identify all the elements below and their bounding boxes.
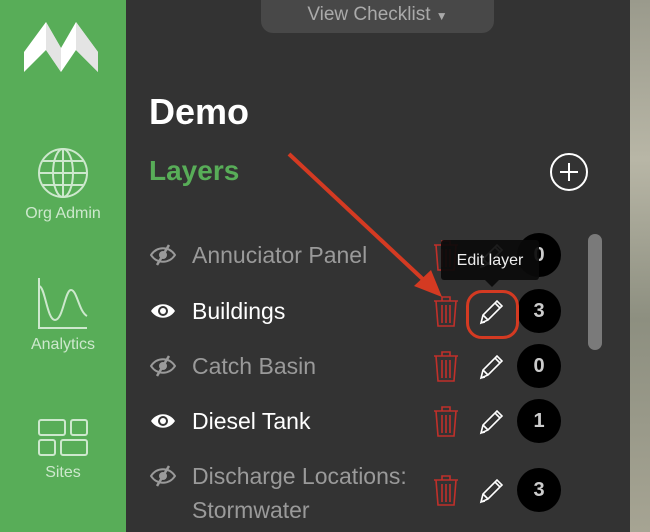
sidebar-item-sites[interactable]: Sites: [0, 418, 126, 482]
eye-hidden-icon[interactable]: [149, 459, 177, 493]
eye-icon[interactable]: [150, 404, 176, 438]
visibility-toggle[interactable]: [149, 349, 177, 388]
add-layer-button[interactable]: [550, 153, 588, 191]
feature-count-badge: 1: [517, 399, 561, 443]
layer-name: Diesel Tank: [192, 408, 311, 434]
visibility-toggle[interactable]: [150, 404, 176, 443]
section-title: Layers: [149, 155, 240, 186]
page-title: Demo: [149, 91, 250, 132]
feature-count-badge: 3: [517, 468, 561, 512]
visibility-toggle[interactable]: [149, 238, 177, 277]
sidebar-item-label: Analytics: [30, 336, 96, 353]
trash-icon: [434, 406, 458, 437]
sidebar-item-label: Org Admin: [25, 205, 101, 222]
analytics-chart-icon: [38, 278, 88, 329]
tooltip: Edit layer: [441, 240, 539, 287]
edit-layer-button[interactable]: [477, 407, 505, 442]
pencil-icon: [479, 478, 504, 504]
map-view[interactable]: [630, 0, 650, 532]
edit-layer-button[interactable]: [477, 476, 505, 511]
trash-icon: [434, 351, 458, 382]
feature-count-badge: 0: [517, 344, 561, 388]
trash-icon: [434, 296, 458, 327]
scrollbar[interactable]: [588, 234, 602, 350]
sidebar-item-analytics[interactable]: Analytics: [0, 278, 126, 354]
view-checklist-button[interactable]: View Checklist ▼: [261, 0, 494, 33]
sidebar: Org Admin Analytics Sites: [0, 0, 126, 532]
layer-name: Catch Basin: [192, 353, 317, 379]
layer-name: Buildings: [192, 298, 286, 324]
sites-grid-icon: [38, 419, 88, 456]
layer-name: Annuciator Panel: [192, 242, 368, 268]
highlight-annotation: [466, 290, 519, 339]
pencil-icon: [479, 409, 504, 435]
delete-layer-button[interactable]: [433, 404, 459, 443]
edit-layer-button[interactable]: [477, 352, 505, 387]
trash-icon: [434, 475, 458, 506]
pencil-icon: [479, 354, 504, 380]
delete-layer-button[interactable]: [433, 294, 459, 333]
sidebar-item-org-admin[interactable]: Org Admin: [0, 147, 126, 223]
globe-icon: [38, 148, 88, 198]
delete-layer-button[interactable]: [433, 349, 459, 388]
eye-hidden-icon[interactable]: [149, 349, 177, 383]
plus-icon: [560, 163, 578, 181]
eye-icon[interactable]: [150, 294, 176, 328]
layer-name: Discharge Locations: Stormwater: [192, 463, 407, 523]
caret-down-icon: ▼: [435, 9, 448, 23]
checklist-label: View Checklist: [307, 4, 431, 25]
eye-hidden-icon[interactable]: [149, 238, 177, 272]
visibility-toggle[interactable]: [150, 294, 176, 333]
logo: [24, 22, 98, 72]
feature-count-badge: 3: [517, 289, 561, 333]
delete-layer-button[interactable]: [433, 473, 459, 512]
visibility-toggle[interactable]: [149, 459, 177, 498]
sidebar-item-label: Sites: [45, 464, 81, 481]
